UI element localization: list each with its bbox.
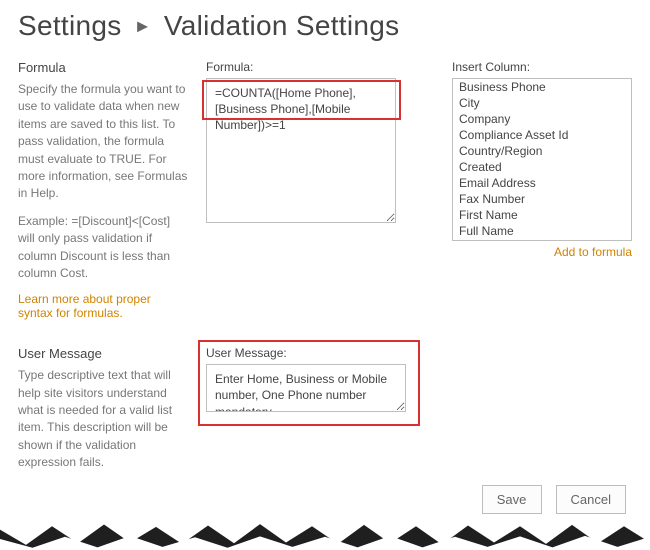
formula-example: Example: =[Discount]<[Cost] will only pa… [18, 213, 188, 283]
list-item[interactable]: Email Address [453, 175, 631, 191]
breadcrumb: Settings ► Validation Settings [18, 10, 632, 42]
formula-description: Specify the formula you want to use to v… [18, 81, 188, 203]
insert-column-listbox[interactable]: Business PhoneCityCompanyCompliance Asse… [452, 78, 632, 241]
insert-column-label: Insert Column: [452, 60, 632, 74]
list-item[interactable]: Fax Number [453, 191, 631, 207]
list-item[interactable]: Full Name [453, 223, 631, 239]
list-item[interactable]: Company [453, 111, 631, 127]
list-item[interactable]: First Name [453, 207, 631, 223]
formula-label: Formula: [206, 60, 434, 74]
user-message-description: Type descriptive text that will help sit… [18, 367, 188, 471]
formula-input[interactable] [206, 78, 396, 223]
breadcrumb-sep-icon: ► [130, 16, 156, 36]
user-message-input[interactable] [206, 364, 406, 412]
user-message-heading: User Message [18, 346, 188, 361]
button-bar: Save Cancel [482, 485, 626, 514]
list-item[interactable]: Country/Region [453, 143, 631, 159]
list-item[interactable]: Created [453, 159, 631, 175]
formula-row: Formula Specify the formula you want to … [18, 60, 632, 320]
list-item[interactable]: Business Phone [453, 79, 631, 95]
cancel-button[interactable]: Cancel [556, 485, 626, 514]
save-button[interactable]: Save [482, 485, 542, 514]
formula-heading: Formula [18, 60, 188, 75]
breadcrumb-root[interactable]: Settings [18, 10, 122, 41]
list-item[interactable]: Compliance Asset Id [453, 127, 631, 143]
add-to-formula-link[interactable]: Add to formula [554, 245, 632, 259]
page-title: Validation Settings [164, 10, 400, 41]
list-item[interactable]: City [453, 95, 631, 111]
user-message-label: User Message: [206, 346, 434, 360]
user-message-row: User Message Type descriptive text that … [18, 346, 632, 481]
learn-more-link[interactable]: Learn more about proper syntax for formu… [18, 292, 151, 320]
